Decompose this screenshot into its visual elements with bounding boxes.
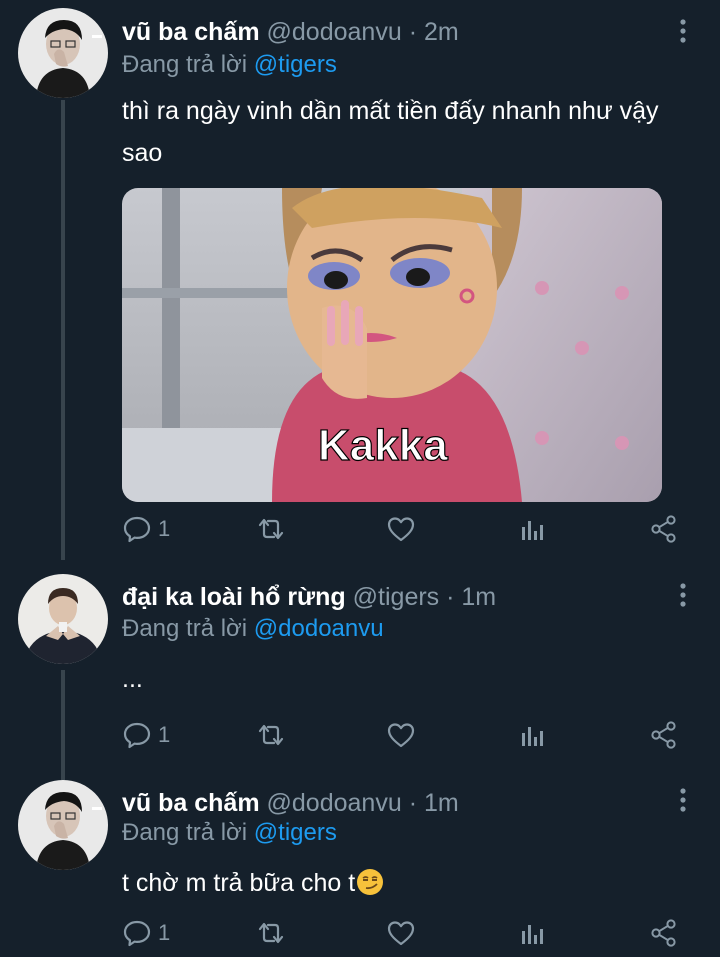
share-icon <box>651 919 676 947</box>
timestamp[interactable]: 1m <box>424 789 459 817</box>
tweet-3[interactable]: vũ ba chấm @dodoanvu · 1m Đang trả lời @… <box>0 770 720 957</box>
display-name[interactable]: vũ ba chấm <box>122 18 260 46</box>
analytics-button[interactable] <box>519 514 545 548</box>
thread-line <box>61 100 65 560</box>
tweet-text-container: t chờ m trả bữa cho t <box>122 862 682 904</box>
retweet-button[interactable] <box>255 918 287 952</box>
tweet-text: t chờ m trả bữa cho t <box>122 869 356 897</box>
analytics-button[interactable] <box>519 918 545 952</box>
like-button[interactable] <box>386 918 416 952</box>
replying-to: Đang trả lời @tigers <box>122 50 337 80</box>
separator-dot: · <box>446 583 455 611</box>
more-options-icon[interactable] <box>676 18 690 44</box>
like-icon <box>387 921 415 946</box>
avatar-badge <box>92 807 102 810</box>
retweet-button[interactable] <box>255 514 287 548</box>
tweet-actions: 1 <box>122 720 682 754</box>
reply-count: 1 <box>158 920 171 945</box>
tweet-header: đại ka loài hổ rừng @tigers · 1m <box>122 581 496 613</box>
retweet-button[interactable] <box>255 720 287 754</box>
like-icon <box>387 517 415 542</box>
separator-dot: · <box>408 18 418 46</box>
mention-link[interactable]: @tigers <box>254 51 337 78</box>
replying-to: Đang trả lời @tigers <box>122 818 337 848</box>
reply-button[interactable]: 1 <box>122 720 170 754</box>
avatar[interactable] <box>18 8 108 98</box>
reply-count: 1 <box>158 516 171 541</box>
avatar[interactable] <box>18 574 108 664</box>
tweet-text: ... <box>122 665 143 693</box>
handle[interactable]: @tigers <box>353 583 440 611</box>
analytics-icon <box>522 727 543 746</box>
tweet-text: thì ra ngày vinh dần mất tiền đấy nhanh … <box>122 97 659 167</box>
tweet-actions: 1 <box>122 918 682 952</box>
analytics-icon <box>522 925 543 944</box>
smirking-face-icon <box>357 869 384 895</box>
handle[interactable]: @dodoanvu <box>267 18 402 46</box>
tweet-media[interactable]: Kakka <box>122 188 662 502</box>
replying-to: Đang trả lời @dodoanvu <box>122 614 384 644</box>
handle[interactable]: @dodoanvu <box>267 789 402 817</box>
like-button[interactable] <box>386 720 416 754</box>
more-options-icon[interactable] <box>676 787 690 813</box>
timestamp[interactable]: 1m <box>461 583 496 611</box>
analytics-icon <box>522 521 543 540</box>
share-icon <box>651 515 676 543</box>
tweet-actions: 1 <box>122 514 682 548</box>
display-name[interactable]: vũ ba chấm <box>122 789 260 817</box>
mention-link[interactable]: @dodoanvu <box>254 615 384 642</box>
retweet-icon <box>258 724 284 746</box>
display-name[interactable]: đại ka loài hổ rừng <box>122 583 346 611</box>
reply-icon <box>123 920 151 947</box>
share-icon <box>651 721 676 749</box>
thread-line <box>61 670 65 770</box>
share-button[interactable] <box>650 918 678 952</box>
analytics-button[interactable] <box>519 720 545 754</box>
retweet-icon <box>258 922 284 944</box>
tweet-header: vũ ba chấm @dodoanvu · 1m <box>122 787 459 819</box>
more-options-icon[interactable] <box>676 582 690 608</box>
reply-button[interactable]: 1 <box>122 918 170 952</box>
separator-dot: · <box>408 789 418 817</box>
reply-icon <box>123 722 151 749</box>
reply-icon <box>123 516 151 543</box>
tweet-header: vũ ba chấm @dodoanvu · 2m <box>122 16 459 48</box>
thread-line <box>61 770 65 780</box>
like-button[interactable] <box>386 514 416 548</box>
media-caption: Kakka <box>318 421 448 470</box>
timestamp[interactable]: 2m <box>424 18 459 46</box>
reply-button[interactable]: 1 <box>122 514 170 548</box>
retweet-icon <box>258 518 284 540</box>
replying-prefix: Đang trả lời <box>122 615 248 642</box>
replying-prefix: Đang trả lời <box>122 819 248 846</box>
avatar-badge <box>92 35 102 38</box>
tweet-1[interactable]: vũ ba chấm @dodoanvu · 2m Đang trả lời @… <box>0 0 720 560</box>
share-button[interactable] <box>650 514 678 548</box>
like-icon <box>387 723 415 748</box>
avatar[interactable] <box>18 780 108 870</box>
reply-count: 1 <box>158 722 171 747</box>
mention-link[interactable]: @tigers <box>254 819 337 846</box>
tweet-2[interactable]: đại ka loài hổ rừng @tigers · 1m Đang tr… <box>0 560 720 770</box>
replying-prefix: Đang trả lời <box>122 51 248 78</box>
share-button[interactable] <box>650 720 678 754</box>
